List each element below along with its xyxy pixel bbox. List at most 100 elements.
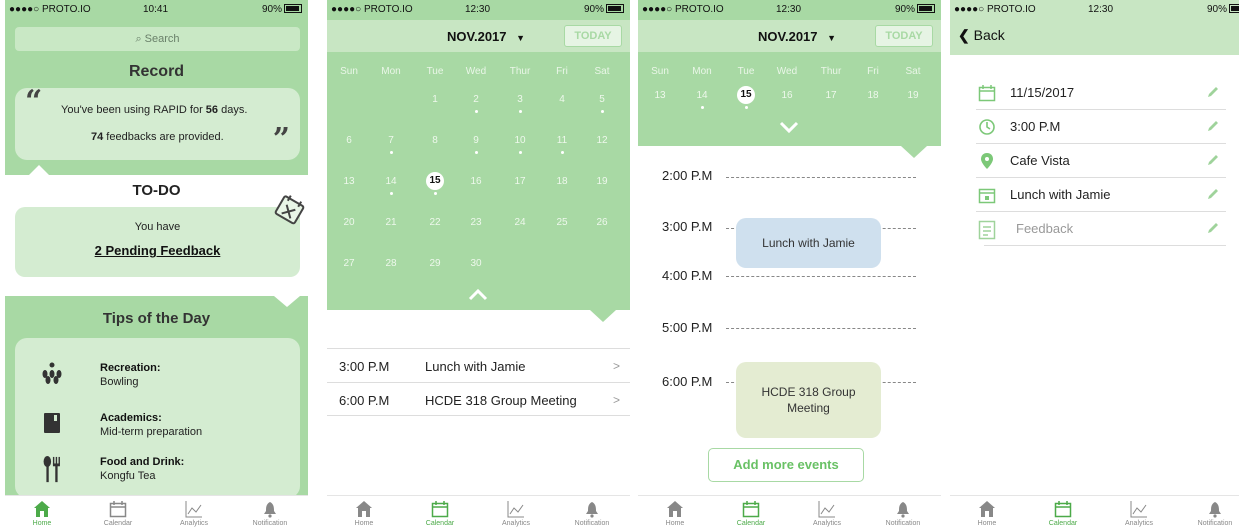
date-row[interactable]: 11/15/2017: [976, 76, 1226, 110]
calendar-day[interactable]: 10: [505, 135, 535, 146]
calendar-day[interactable]: 5: [587, 94, 617, 105]
calendar-day[interactable]: 19: [587, 176, 617, 187]
calendar-day[interactable]: 23: [461, 217, 491, 228]
calendar-day[interactable]: 4: [547, 94, 577, 105]
weekday-label: Fri: [556, 66, 568, 77]
calendar-day[interactable]: 1: [420, 94, 450, 105]
tab-label: Calendar: [1048, 520, 1078, 527]
event-dot: [434, 192, 437, 195]
add-events-button[interactable]: Add more events: [708, 448, 864, 482]
event-block-lunch[interactable]: Lunch with Jamie: [736, 218, 881, 268]
tab-notification[interactable]: Notification: [235, 500, 305, 527]
pencil-icon[interactable]: [1206, 153, 1220, 167]
calendar-day[interactable]: 29: [420, 258, 450, 269]
tab-notification[interactable]: Notification: [1180, 500, 1239, 527]
tab-label: Calendar: [103, 520, 133, 527]
tab-label: Home: [354, 520, 374, 527]
calendar-day[interactable]: 17: [816, 90, 846, 101]
tab-bar: Home Calendar Analytics Notification: [950, 495, 1239, 531]
calendar-day[interactable]: 18: [858, 90, 888, 101]
status-bar: ●●●●○ PROTO.IO 12:30 90%: [327, 0, 630, 20]
collapse-chevron-icon[interactable]: [467, 288, 489, 302]
calendar-day-selected[interactable]: 15: [426, 172, 444, 190]
expand-chevron-icon[interactable]: [778, 120, 800, 134]
calendar-day-selected[interactable]: 15: [737, 86, 755, 104]
calendar-day[interactable]: 9: [461, 135, 491, 146]
calendar-day[interactable]: 2: [461, 94, 491, 105]
tab-home[interactable]: Home: [952, 500, 1022, 527]
location-row[interactable]: Cafe Vista: [976, 144, 1226, 178]
pending-feedback-link[interactable]: 2 Pending Feedback: [15, 243, 300, 258]
calendar-day[interactable]: 20: [334, 217, 364, 228]
home-icon: [356, 501, 372, 517]
tab-analytics[interactable]: Analytics: [792, 500, 862, 527]
calendar-day[interactable]: 11: [547, 135, 577, 146]
feedback-input[interactable]: Feedback: [1016, 221, 1073, 236]
calendar-day[interactable]: 13: [334, 176, 364, 187]
battery-icon: [917, 4, 935, 13]
calendar-day[interactable]: 30: [461, 258, 491, 269]
search-input[interactable]: ⌕ Search: [15, 27, 300, 51]
todo-card[interactable]: You have 2 Pending Feedback: [15, 207, 300, 277]
feedback-row[interactable]: Feedback: [978, 212, 1226, 246]
tab-home[interactable]: Home: [7, 500, 77, 527]
calendar-day[interactable]: 17: [505, 176, 535, 187]
tab-notification[interactable]: Notification: [557, 500, 627, 527]
calendar-day[interactable]: 16: [461, 176, 491, 187]
calendar-icon: [742, 501, 760, 518]
calendar-day[interactable]: 3: [505, 94, 535, 105]
calendar-day[interactable]: 19: [898, 90, 928, 101]
calendar-day[interactable]: 13: [645, 90, 675, 101]
bell-icon: [264, 502, 276, 518]
event-block-meeting[interactable]: HCDE 318 Group Meeting: [736, 362, 881, 438]
calendar-day[interactable]: 16: [772, 90, 802, 101]
grid-pointer: [590, 310, 616, 322]
tab-analytics[interactable]: Analytics: [159, 500, 229, 527]
pencil-icon[interactable]: [1206, 85, 1220, 99]
pencil-icon[interactable]: [1206, 187, 1220, 201]
today-button[interactable]: TODAY: [875, 25, 933, 47]
calendar-day[interactable]: 12: [587, 135, 617, 146]
calendar-day[interactable]: 14: [687, 90, 717, 101]
tab-analytics[interactable]: Analytics: [1104, 500, 1174, 527]
tab-calendar[interactable]: Calendar: [716, 500, 786, 527]
weekday-label: Wed: [465, 66, 487, 77]
month-selector[interactable]: NOV.2017 ▼: [447, 29, 525, 44]
tab-calendar[interactable]: Calendar: [83, 500, 153, 527]
status-bar: ●●●●○ PROTO.IO 12:30 90%: [950, 0, 1239, 20]
event-row[interactable]: 3:00 P.M Lunch with Jamie >: [327, 348, 630, 382]
calendar-day[interactable]: 7: [376, 135, 406, 146]
calendar-day[interactable]: 21: [376, 217, 406, 228]
tab-home[interactable]: Home: [329, 500, 399, 527]
weekday-label: Sat: [594, 66, 610, 77]
search-icon: ⌕: [135, 33, 145, 45]
today-button[interactable]: TODAY: [564, 25, 622, 47]
title-row[interactable]: Lunch with Jamie: [976, 178, 1226, 212]
calendar-day[interactable]: 28: [376, 258, 406, 269]
event-row[interactable]: 6:00 P.M HCDE 318 Group Meeting >: [327, 382, 630, 416]
event-calendar-icon: [978, 188, 996, 204]
tab-home[interactable]: Home: [640, 500, 710, 527]
tab-notification[interactable]: Notification: [868, 500, 938, 527]
calendar-day[interactable]: 22: [420, 217, 450, 228]
back-button[interactable]: ❮ Back: [958, 27, 1005, 44]
calendar-day[interactable]: 25: [547, 217, 577, 228]
time-row[interactable]: 3:00 P.M: [976, 110, 1226, 144]
search-placeholder: Search: [144, 33, 180, 45]
tab-calendar[interactable]: Calendar: [1028, 500, 1098, 527]
calendar-day[interactable]: 14: [376, 176, 406, 187]
event-name: Lunch with Jamie: [425, 359, 526, 374]
pencil-icon[interactable]: [1206, 119, 1220, 133]
tab-analytics[interactable]: Analytics: [481, 500, 551, 527]
calendar-day[interactable]: 27: [334, 258, 364, 269]
calendar-day[interactable]: 18: [547, 176, 577, 187]
calendar-day[interactable]: 26: [587, 217, 617, 228]
calendar-day[interactable]: 8: [420, 135, 450, 146]
calendar-day[interactable]: 6: [334, 135, 364, 146]
pencil-icon[interactable]: [1206, 221, 1220, 235]
tab-label: Calendar: [736, 520, 766, 527]
calendar-day[interactable]: 24: [505, 217, 535, 228]
status-bar: ●●●●○ PROTO.IO 12:30 90%: [638, 0, 941, 20]
month-selector[interactable]: NOV.2017 ▼: [758, 29, 836, 44]
tab-calendar[interactable]: Calendar: [405, 500, 475, 527]
